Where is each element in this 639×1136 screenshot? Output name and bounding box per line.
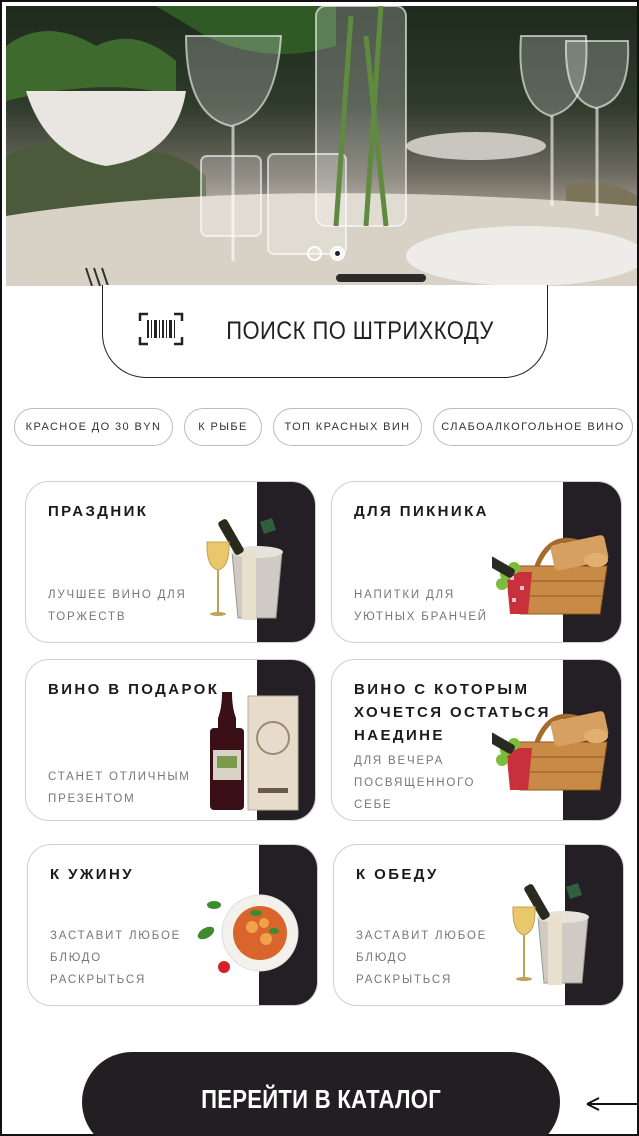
card-title: ПРАЗДНИК bbox=[48, 503, 149, 520]
card-title: ВИНО С КОТОРЫМ ХОЧЕТСЯ ОСТАТЬСЯ НАЕДИНЕ bbox=[354, 681, 551, 744]
card-subtitle: ЛУЧШЕЕ ВИНО ДЛЯ ТОРЖЕСТВ bbox=[48, 589, 187, 623]
category-card-dinner[interactable]: К УЖИНУ ЗАСТАВИТ ЛЮБОЕ БЛЮДО РАСКРЫТЬСЯ bbox=[27, 844, 318, 1006]
chip-low-alcohol[interactable]: СЛАБОАЛКОГОЛЬНОЕ ВИНО bbox=[433, 408, 633, 446]
table-setting-photo bbox=[6, 6, 637, 286]
go-to-catalog-button[interactable]: ПЕРЕЙТИ В КАТАЛОГ bbox=[82, 1052, 560, 1136]
category-card-gift[interactable]: ВИНО В ПОДАРОК СТАНЕТ ОТЛИЧНЫМ ПРЕЗЕНТОМ bbox=[25, 659, 316, 821]
arrow-left-icon bbox=[586, 1097, 639, 1111]
card-subtitle: ЗАСТАВИТ ЛЮБОЕ БЛЮДО РАСКРЫТЬСЯ bbox=[50, 930, 182, 986]
card-subtitle: СТАНЕТ ОТЛИЧНЫМ ПРЕЗЕНТОМ bbox=[48, 771, 191, 805]
barcode-scan-icon bbox=[138, 312, 184, 351]
card-title: ДЛЯ ПИКНИКА bbox=[354, 503, 489, 520]
picnic-basket-image bbox=[492, 535, 609, 615]
chip-top-red[interactable]: ТОП КРАСНЫХ ВИН bbox=[273, 408, 422, 446]
slide-dot-2[interactable] bbox=[330, 246, 345, 261]
card-title: ВИНО В ПОДАРОК bbox=[48, 681, 220, 698]
card-subtitle: НАПИТКИ ДЛЯ УЮТНЫХ БРАНЧЕЙ bbox=[354, 589, 488, 623]
chip-for-fish[interactable]: К РЫБЕ bbox=[184, 408, 262, 446]
pasta-plate-image bbox=[197, 894, 299, 973]
go-to-catalog-label: ПЕРЕЙТИ В КАТАЛОГ bbox=[201, 1084, 441, 1114]
card-title: К УЖИНУ bbox=[50, 866, 134, 883]
category-card-alone[interactable]: ВИНО С КОТОРЫМ ХОЧЕТСЯ ОСТАТЬСЯ НАЕДИНЕ ДЛ… bbox=[331, 659, 622, 821]
slide-dot-1[interactable] bbox=[307, 246, 322, 261]
wine-gift-box-image bbox=[210, 692, 299, 811]
hero-banner[interactable] bbox=[6, 6, 637, 286]
card-subtitle: ЗАСТАВИТ ЛЮБОЕ БЛЮДО РАСКРЫТЬСЯ bbox=[356, 930, 488, 986]
quick-filter-chips: КРАСНОЕ ДО 30 BYN К РЫБЕ ТОП КРАСНЫХ ВИН… bbox=[14, 408, 633, 446]
barcode-search-button[interactable]: ПОИСК ПО ШТРИХКОДУ bbox=[102, 285, 548, 378]
category-card-picnic[interactable]: ДЛЯ ПИКНИКА НАПИТКИ ДЛЯ УЮТНЫХ БРАНЧЕЙ bbox=[331, 481, 622, 643]
category-card-holiday[interactable]: ПРАЗДНИК ЛУЧШЕЕ ВИНО ДЛЯ ТОРЖЕСТВ bbox=[25, 481, 316, 643]
barcode-search-label: ПОИСК ПО ШТРИХКОДУ bbox=[226, 316, 494, 345]
card-title: К ОБЕДУ bbox=[356, 866, 439, 883]
champagne-bucket-image bbox=[512, 883, 589, 985]
champagne-bucket-image bbox=[206, 518, 283, 620]
card-subtitle: ДЛЯ ВЕЧЕРА ПОСВЯЩЕННОГО СЕБЕ bbox=[354, 755, 476, 811]
category-card-lunch[interactable]: К ОБЕДУ ЗАСТАВИТ ЛЮБОЕ БЛЮДО РАСКРЫТЬСЯ bbox=[333, 844, 624, 1006]
chip-red-under-30[interactable]: КРАСНОЕ ДО 30 BYN bbox=[14, 408, 173, 446]
